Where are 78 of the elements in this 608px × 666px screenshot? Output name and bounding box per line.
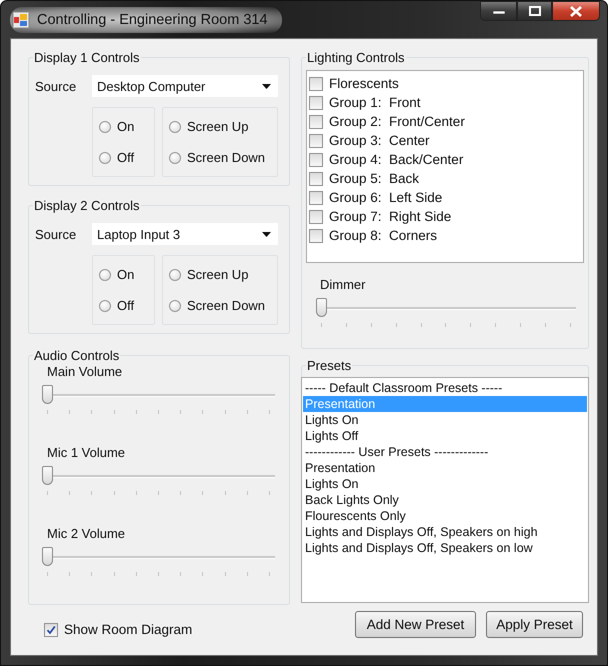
radio-label: On	[117, 119, 134, 134]
slider[interactable]	[42, 464, 275, 496]
checkbox-label: Show Room Diagram	[64, 622, 192, 637]
radio-button[interactable]	[169, 300, 181, 312]
list-item[interactable]: ------------ User Presets -------------	[303, 444, 587, 460]
minimize-button[interactable]	[480, 1, 517, 21]
field-label: Source	[35, 78, 78, 94]
radio-button[interactable]	[99, 152, 111, 164]
field-label: Source	[35, 226, 78, 242]
radio-label: Screen Up	[187, 267, 248, 282]
checkbox[interactable]	[309, 228, 323, 242]
add-preset-button[interactable]: Add New Preset	[355, 611, 476, 638]
list-item[interactable]: Lights and Displays Off, Speakers on high	[303, 524, 587, 540]
list-item[interactable]: ----- Default Classroom Presets -----	[303, 380, 587, 396]
radio-button[interactable]	[99, 300, 111, 312]
slider-label: Main Volume	[47, 364, 124, 379]
slider-thumb[interactable]	[316, 298, 327, 317]
radio-button[interactable]	[169, 120, 181, 132]
checkbox-label: Group 7: Right Side	[329, 209, 452, 224]
list-item[interactable]: Lights On	[303, 412, 587, 428]
list-item[interactable]: Lights Off	[303, 428, 587, 444]
close-icon	[570, 6, 582, 16]
checkbox[interactable]	[309, 76, 323, 90]
list-item[interactable]: Lights and Displays Off, Speakers on low	[303, 540, 587, 556]
source-dropdown[interactable]: Desktop Computer	[92, 75, 278, 97]
group-title: Presets	[307, 358, 352, 373]
window-title: Controlling - Engineering Room 314	[37, 12, 268, 28]
checkbox[interactable]	[309, 210, 323, 224]
slider[interactable]	[316, 296, 576, 328]
checkbox[interactable]	[44, 622, 58, 636]
slider-thumb[interactable]	[42, 466, 53, 485]
checkbox[interactable]	[309, 134, 323, 148]
list-item[interactable]: Lights On	[303, 476, 587, 492]
group-title: Display 2 Controls	[34, 198, 140, 213]
radio-button[interactable]	[169, 152, 181, 164]
group-title: Audio Controls	[34, 348, 120, 363]
checkbox-label: Group 8: Corners	[329, 228, 438, 243]
slider-label: Mic 2 Volume	[47, 526, 126, 541]
list-item[interactable]: Back Lights Only	[303, 492, 587, 508]
checkbox[interactable]	[309, 172, 323, 186]
checkbox[interactable]	[309, 190, 323, 204]
group-title: Lighting Controls	[307, 50, 405, 65]
slider-label: Mic 1 Volume	[47, 445, 126, 460]
apply-preset-button[interactable]: Apply Preset	[486, 611, 583, 638]
radio-button[interactable]	[99, 268, 111, 280]
radio-label: Off	[117, 150, 134, 165]
radio-button[interactable]	[99, 120, 111, 132]
checkbox-label: Group 1: Front	[329, 95, 421, 110]
list-item[interactable]: Presentation	[303, 460, 587, 476]
close-button[interactable]	[552, 1, 600, 21]
radio-label: Screen Down	[187, 298, 266, 313]
maximize-icon	[528, 6, 540, 16]
slider-thumb[interactable]	[42, 385, 53, 404]
checkbox-label: Group 4: Back/Center	[329, 152, 464, 167]
slider-label: Dimmer	[320, 277, 366, 292]
radio-label: Screen Up	[187, 119, 248, 134]
maximize-button[interactable]	[517, 1, 552, 21]
list-item[interactable]: Flourescents Only	[303, 508, 587, 524]
radio-button[interactable]	[169, 268, 181, 280]
checkbox[interactable]	[309, 152, 323, 166]
checkbox-label: Group 5: Back	[329, 171, 420, 186]
caret-icon	[262, 232, 271, 236]
checkbox[interactable]	[309, 114, 323, 128]
checkbox-label: Group 6: Left Side	[329, 190, 442, 205]
group-title: Display 1 Controls	[34, 50, 140, 65]
slider[interactable]	[42, 545, 275, 577]
radio-label: Screen Down	[187, 150, 266, 165]
slider-thumb[interactable]	[42, 547, 53, 566]
checkbox-label: Group 2: Front/Center	[329, 114, 465, 129]
checkbox-label: Florescents	[329, 76, 399, 91]
checkbox-label: Group 3: Center	[329, 133, 430, 148]
source-dropdown[interactable]: Laptop Input 3	[92, 223, 278, 245]
radio-label: On	[117, 267, 134, 282]
caret-icon	[262, 84, 271, 88]
app-icon	[12, 10, 30, 28]
slider[interactable]	[42, 383, 275, 415]
checkbox[interactable]	[309, 96, 323, 110]
radio-label: Off	[117, 298, 134, 313]
